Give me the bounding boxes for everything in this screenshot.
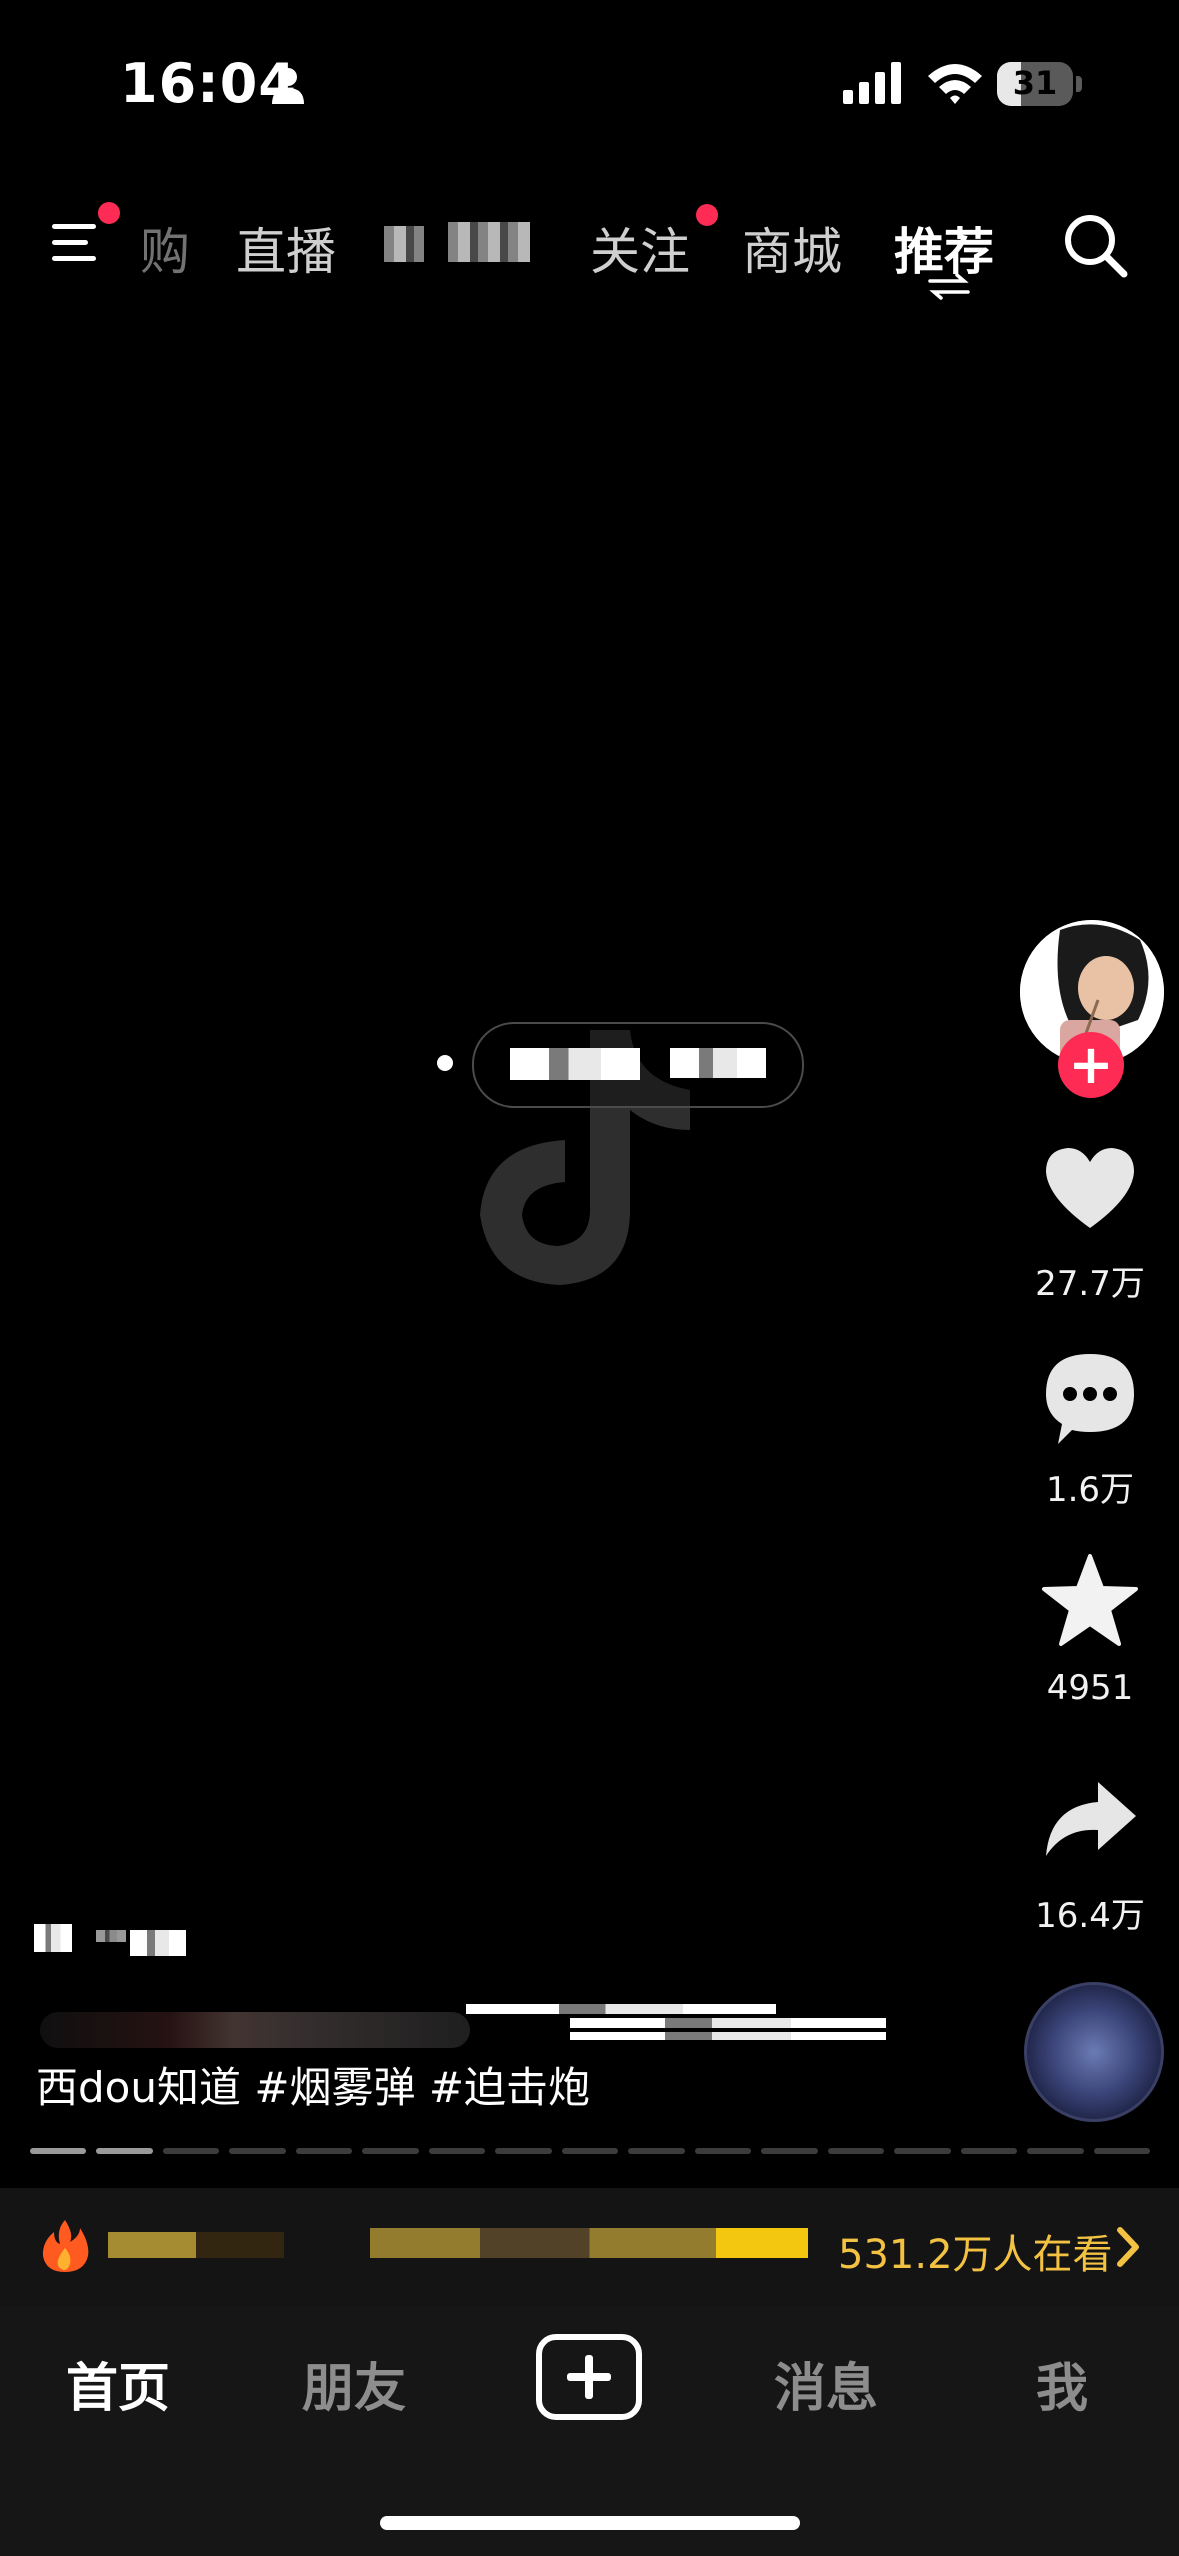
tab-shopping[interactable]: 购 (140, 212, 190, 284)
menu-icon[interactable] (52, 218, 108, 266)
progress-segment (1027, 2148, 1084, 2154)
battery-indicator: 31 (997, 62, 1083, 108)
chevron-right-icon[interactable] (1108, 2224, 1148, 2270)
cellular-signal-icon (843, 62, 901, 104)
favorite-star-icon[interactable] (1040, 1552, 1140, 1652)
tab-me[interactable]: 我 (1036, 2346, 1088, 2421)
like-count: 27.7万 (1035, 1264, 1145, 1304)
plus-icon (567, 2355, 611, 2399)
progress-segment (96, 2148, 153, 2154)
progress-segment (628, 2148, 685, 2154)
switch-arrows-icon (928, 273, 970, 300)
progress-segment (894, 2148, 951, 2154)
progress-segment (362, 2148, 419, 2154)
progress-segment (162, 2148, 220, 2154)
following-notification-dot (696, 204, 718, 226)
tab-home[interactable]: 首页 (66, 2346, 170, 2421)
music-disc[interactable] (1024, 1982, 1164, 2122)
search-icon[interactable] (1060, 210, 1130, 280)
progress-segment (761, 2148, 818, 2154)
tab-mall[interactable]: 商城 (742, 212, 842, 284)
redacted-live-info (108, 2224, 808, 2264)
tab-redacted[interactable] (384, 222, 534, 268)
person-icon (272, 68, 304, 104)
progress-segment (827, 2148, 885, 2154)
live-viewers-text: 531.2万人在看 (838, 2232, 1113, 2278)
favorite-count: 4951 (1046, 1668, 1134, 1708)
redacted-label-pill[interactable] (472, 1022, 804, 1108)
progress-segment (30, 2148, 87, 2154)
tab-following[interactable]: 关注 (590, 212, 690, 284)
tab-friends[interactable]: 朋友 (302, 2346, 406, 2421)
progress-segment (428, 2148, 486, 2154)
redacted-description (40, 2000, 890, 2050)
progress-segment (561, 2148, 619, 2154)
progress-segment (1093, 2148, 1150, 2154)
video-caption[interactable]: 西dou知道 #烟雾弹 #迫击炮 (36, 2054, 590, 2115)
fire-icon (42, 2220, 89, 2272)
pagination-dot (437, 1055, 453, 1071)
menu-notification-dot (98, 202, 120, 224)
share-arrow-icon[interactable] (1040, 1772, 1140, 1872)
like-heart-icon[interactable] (1040, 1140, 1140, 1240)
redacted-author[interactable] (34, 1920, 194, 1970)
progress-segment (229, 2148, 286, 2154)
progress-segment (694, 2148, 752, 2154)
wifi-icon (928, 64, 982, 104)
share-count: 16.4万 (1035, 1896, 1145, 1936)
progress-segment (960, 2148, 1018, 2154)
home-indicator (380, 2516, 800, 2530)
tab-messages[interactable]: 消息 (774, 2346, 878, 2421)
comment-count: 1.6万 (1045, 1470, 1135, 1510)
follow-button[interactable]: + (1058, 1032, 1124, 1098)
tab-live[interactable]: 直播 (236, 212, 336, 284)
progress-segment (295, 2148, 353, 2154)
battery-percentage: 31 (1012, 64, 1058, 102)
create-post-button[interactable] (536, 2334, 642, 2420)
progress-segment (495, 2148, 552, 2154)
comment-icon[interactable] (1040, 1348, 1140, 1448)
